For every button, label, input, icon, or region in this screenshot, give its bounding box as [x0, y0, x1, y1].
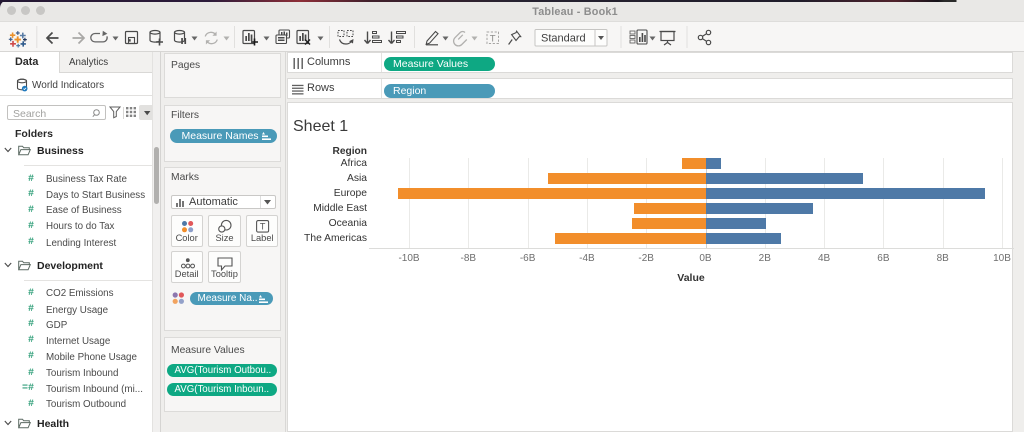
- svg-text:T: T: [490, 33, 496, 44]
- svg-text:T: T: [260, 222, 266, 232]
- svg-text:Standard: Standard: [541, 32, 586, 44]
